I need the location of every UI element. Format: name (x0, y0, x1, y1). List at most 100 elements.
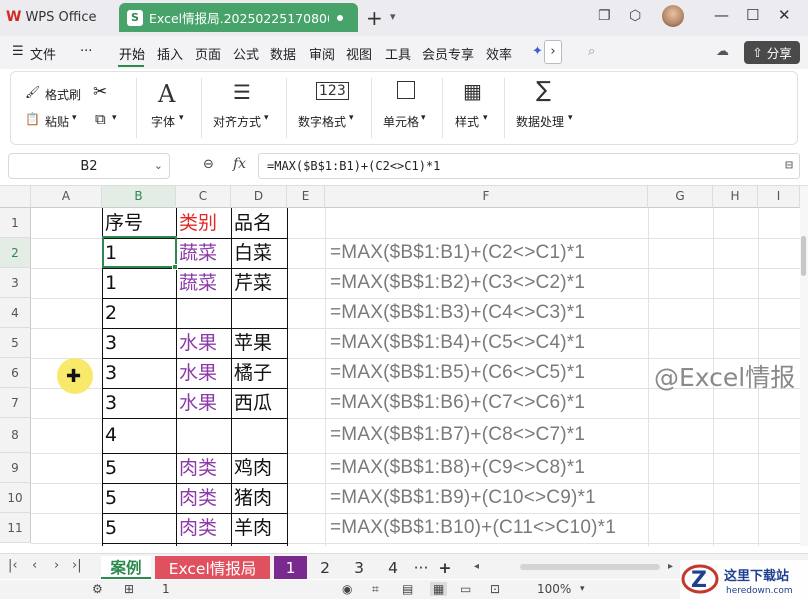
cell-f10[interactable]: =MAX($B$1:B9)+(C10<>C9)*1 (330, 484, 596, 512)
style-dropdown-icon[interactable]: ▾ (483, 113, 488, 123)
menu-review[interactable]: 审阅 (309, 44, 335, 63)
row-header-7[interactable]: 7 (0, 388, 31, 418)
paste-button[interactable]: 粘贴 (45, 113, 69, 130)
cell-b9[interactable]: 5 (102, 454, 117, 482)
cell-d11[interactable]: 羊肉 (231, 514, 272, 542)
menu-tools[interactable]: 工具 (385, 44, 411, 63)
select-all-corner[interactable] (0, 186, 31, 208)
page-view-icon[interactable]: ▭ (460, 582, 471, 596)
cell-f4[interactable]: =MAX($B$1:B3)+(C4<>C3)*1 (330, 299, 585, 327)
menu-scroll-right-button[interactable]: › (544, 40, 562, 64)
vertical-scrollbar-thumb[interactable] (801, 236, 806, 276)
menu-data[interactable]: 数据 (270, 44, 296, 63)
cell-b8[interactable]: 4 (102, 421, 117, 449)
number-format-button[interactable]: 数字格式 (298, 113, 346, 130)
sheet-tab-1[interactable]: 1 (274, 556, 307, 579)
cell-f5[interactable]: =MAX($B$1:B4)+(C5<>C4)*1 (330, 329, 585, 357)
menu-file[interactable]: 文件 (30, 44, 56, 63)
cell-c11[interactable]: 肉类 (176, 514, 217, 542)
format-painter-button[interactable]: 格式刷 (45, 86, 81, 103)
menu-view[interactable]: 视图 (346, 44, 372, 63)
cell-b4[interactable]: 2 (102, 299, 117, 327)
column-header-e[interactable]: E (287, 186, 325, 208)
cell-f6[interactable]: =MAX($B$1:B5)+(C6<>C5)*1 (330, 359, 585, 387)
hamburger-icon[interactable]: ☰ (12, 44, 24, 59)
menu-member[interactable]: 会员专享 (422, 44, 474, 63)
cell-d2[interactable]: 白菜 (231, 239, 272, 267)
cell-f2[interactable]: =MAX($B$1:B1)+(C2<>C1)*1 (330, 239, 585, 267)
font-button[interactable]: 字体 (151, 113, 175, 130)
layout-icon[interactable]: ▤ (402, 582, 413, 596)
frame-icon[interactable]: ⌗ (372, 582, 379, 597)
cell-b10[interactable]: 5 (102, 484, 117, 512)
menu-home[interactable]: 开始 (119, 44, 145, 63)
sheet-scroll-left-icon[interactable]: ◂ (474, 561, 479, 572)
normal-view-icon[interactable]: ▦ (430, 582, 448, 596)
ai-icon[interactable]: ✦ (532, 44, 543, 59)
copy-icon[interactable]: ⧉ (95, 110, 106, 128)
data-process-button[interactable]: 数据处理 (516, 113, 564, 130)
cell-f3[interactable]: =MAX($B$1:B2)+(C3<>C2)*1 (330, 269, 585, 297)
style-icon[interactable]: ▦ (463, 79, 482, 103)
cell-d5[interactable]: 苹果 (231, 329, 272, 357)
cloud-icon[interactable]: ☁ (716, 44, 729, 59)
paste-icon[interactable]: 📋 (25, 112, 40, 126)
cell-d7[interactable]: 西瓜 (231, 389, 272, 417)
column-header-d[interactable]: D (231, 186, 287, 208)
menu-page[interactable]: 页面 (195, 44, 221, 63)
cell-b5[interactable]: 3 (102, 329, 117, 357)
cell-d6[interactable]: 橘子 (231, 359, 272, 387)
row-header-5[interactable]: 5 (0, 328, 31, 358)
menu-more[interactable]: ··· (80, 44, 92, 59)
menu-efficiency[interactable]: 效率 (486, 44, 512, 63)
zoom-dropdown-icon[interactable]: ▾ (580, 584, 585, 594)
row-header-10[interactable]: 10 (0, 483, 31, 513)
avatar[interactable] (662, 5, 684, 27)
cell-c10[interactable]: 肉类 (176, 484, 217, 512)
font-icon[interactable]: A (158, 80, 175, 108)
eye-protection-icon[interactable]: ◉ (342, 582, 352, 596)
minimize-icon[interactable]: — (714, 6, 729, 24)
maximize-icon[interactable]: ☐ (746, 6, 759, 24)
fill-handle[interactable] (172, 264, 178, 270)
cell-d10[interactable]: 猪肉 (231, 484, 272, 512)
close-icon[interactable]: ✕ (778, 6, 791, 24)
zoom-level[interactable]: 100% (537, 582, 571, 596)
data-process-dropdown-icon[interactable]: ▾ (568, 113, 573, 123)
cell-c9[interactable]: 肉类 (176, 454, 217, 482)
cell-b7[interactable]: 3 (102, 389, 117, 417)
row-header-8[interactable]: 8 (0, 418, 31, 453)
align-button[interactable]: 对齐方式 (213, 113, 261, 130)
copy-dropdown-icon[interactable]: ▾ (112, 113, 117, 123)
menu-formula[interactable]: 公式 (233, 44, 259, 63)
sheet-tab-4[interactable]: 4 (378, 556, 408, 579)
document-tab[interactable]: S Excel情报局.202502251708001 (119, 3, 358, 32)
sheet-scroll-right-icon[interactable]: ▸ (668, 561, 673, 572)
cube-icon[interactable]: ⬡ (629, 8, 641, 24)
cell-c3[interactable]: 蔬菜 (176, 269, 217, 297)
name-box-dropdown-icon[interactable]: ⌄ (154, 159, 163, 172)
cell-b1[interactable]: 序号 (102, 209, 143, 237)
row-header-9[interactable]: 9 (0, 453, 31, 483)
align-icon[interactable]: ☰ (233, 80, 251, 104)
cell-c7[interactable]: 水果 (176, 389, 217, 417)
more-sheets[interactable]: ··· (410, 556, 432, 579)
share-button[interactable]: ⇧ 分享 (744, 41, 800, 64)
style-button[interactable]: 样式 (455, 113, 479, 130)
cut-icon[interactable]: ✂ (93, 82, 107, 102)
prev-sheet-icon[interactable]: ‹ (32, 558, 37, 573)
cell-d3[interactable]: 芹菜 (231, 269, 272, 297)
cell-f8[interactable]: =MAX($B$1:B7)+(C8<>C7)*1 (330, 421, 585, 449)
paste-dropdown-icon[interactable]: ▾ (72, 113, 77, 123)
cell-f7[interactable]: =MAX($B$1:B6)+(C7<>C6)*1 (330, 389, 585, 417)
fx-icon[interactable]: fx (233, 156, 246, 172)
horizontal-scrollbar[interactable] (520, 564, 660, 570)
sum-icon[interactable]: ∑ (536, 78, 551, 103)
last-sheet-icon[interactable]: ›| (72, 558, 82, 573)
cell-d9[interactable]: 鸡肉 (231, 454, 272, 482)
column-header-f[interactable]: F (325, 186, 648, 208)
cell-c5[interactable]: 水果 (176, 329, 217, 357)
name-box[interactable]: B2 ⌄ (8, 153, 170, 179)
macro-icon[interactable]: ⚙ (92, 582, 103, 596)
next-sheet-icon[interactable]: › (54, 558, 59, 573)
